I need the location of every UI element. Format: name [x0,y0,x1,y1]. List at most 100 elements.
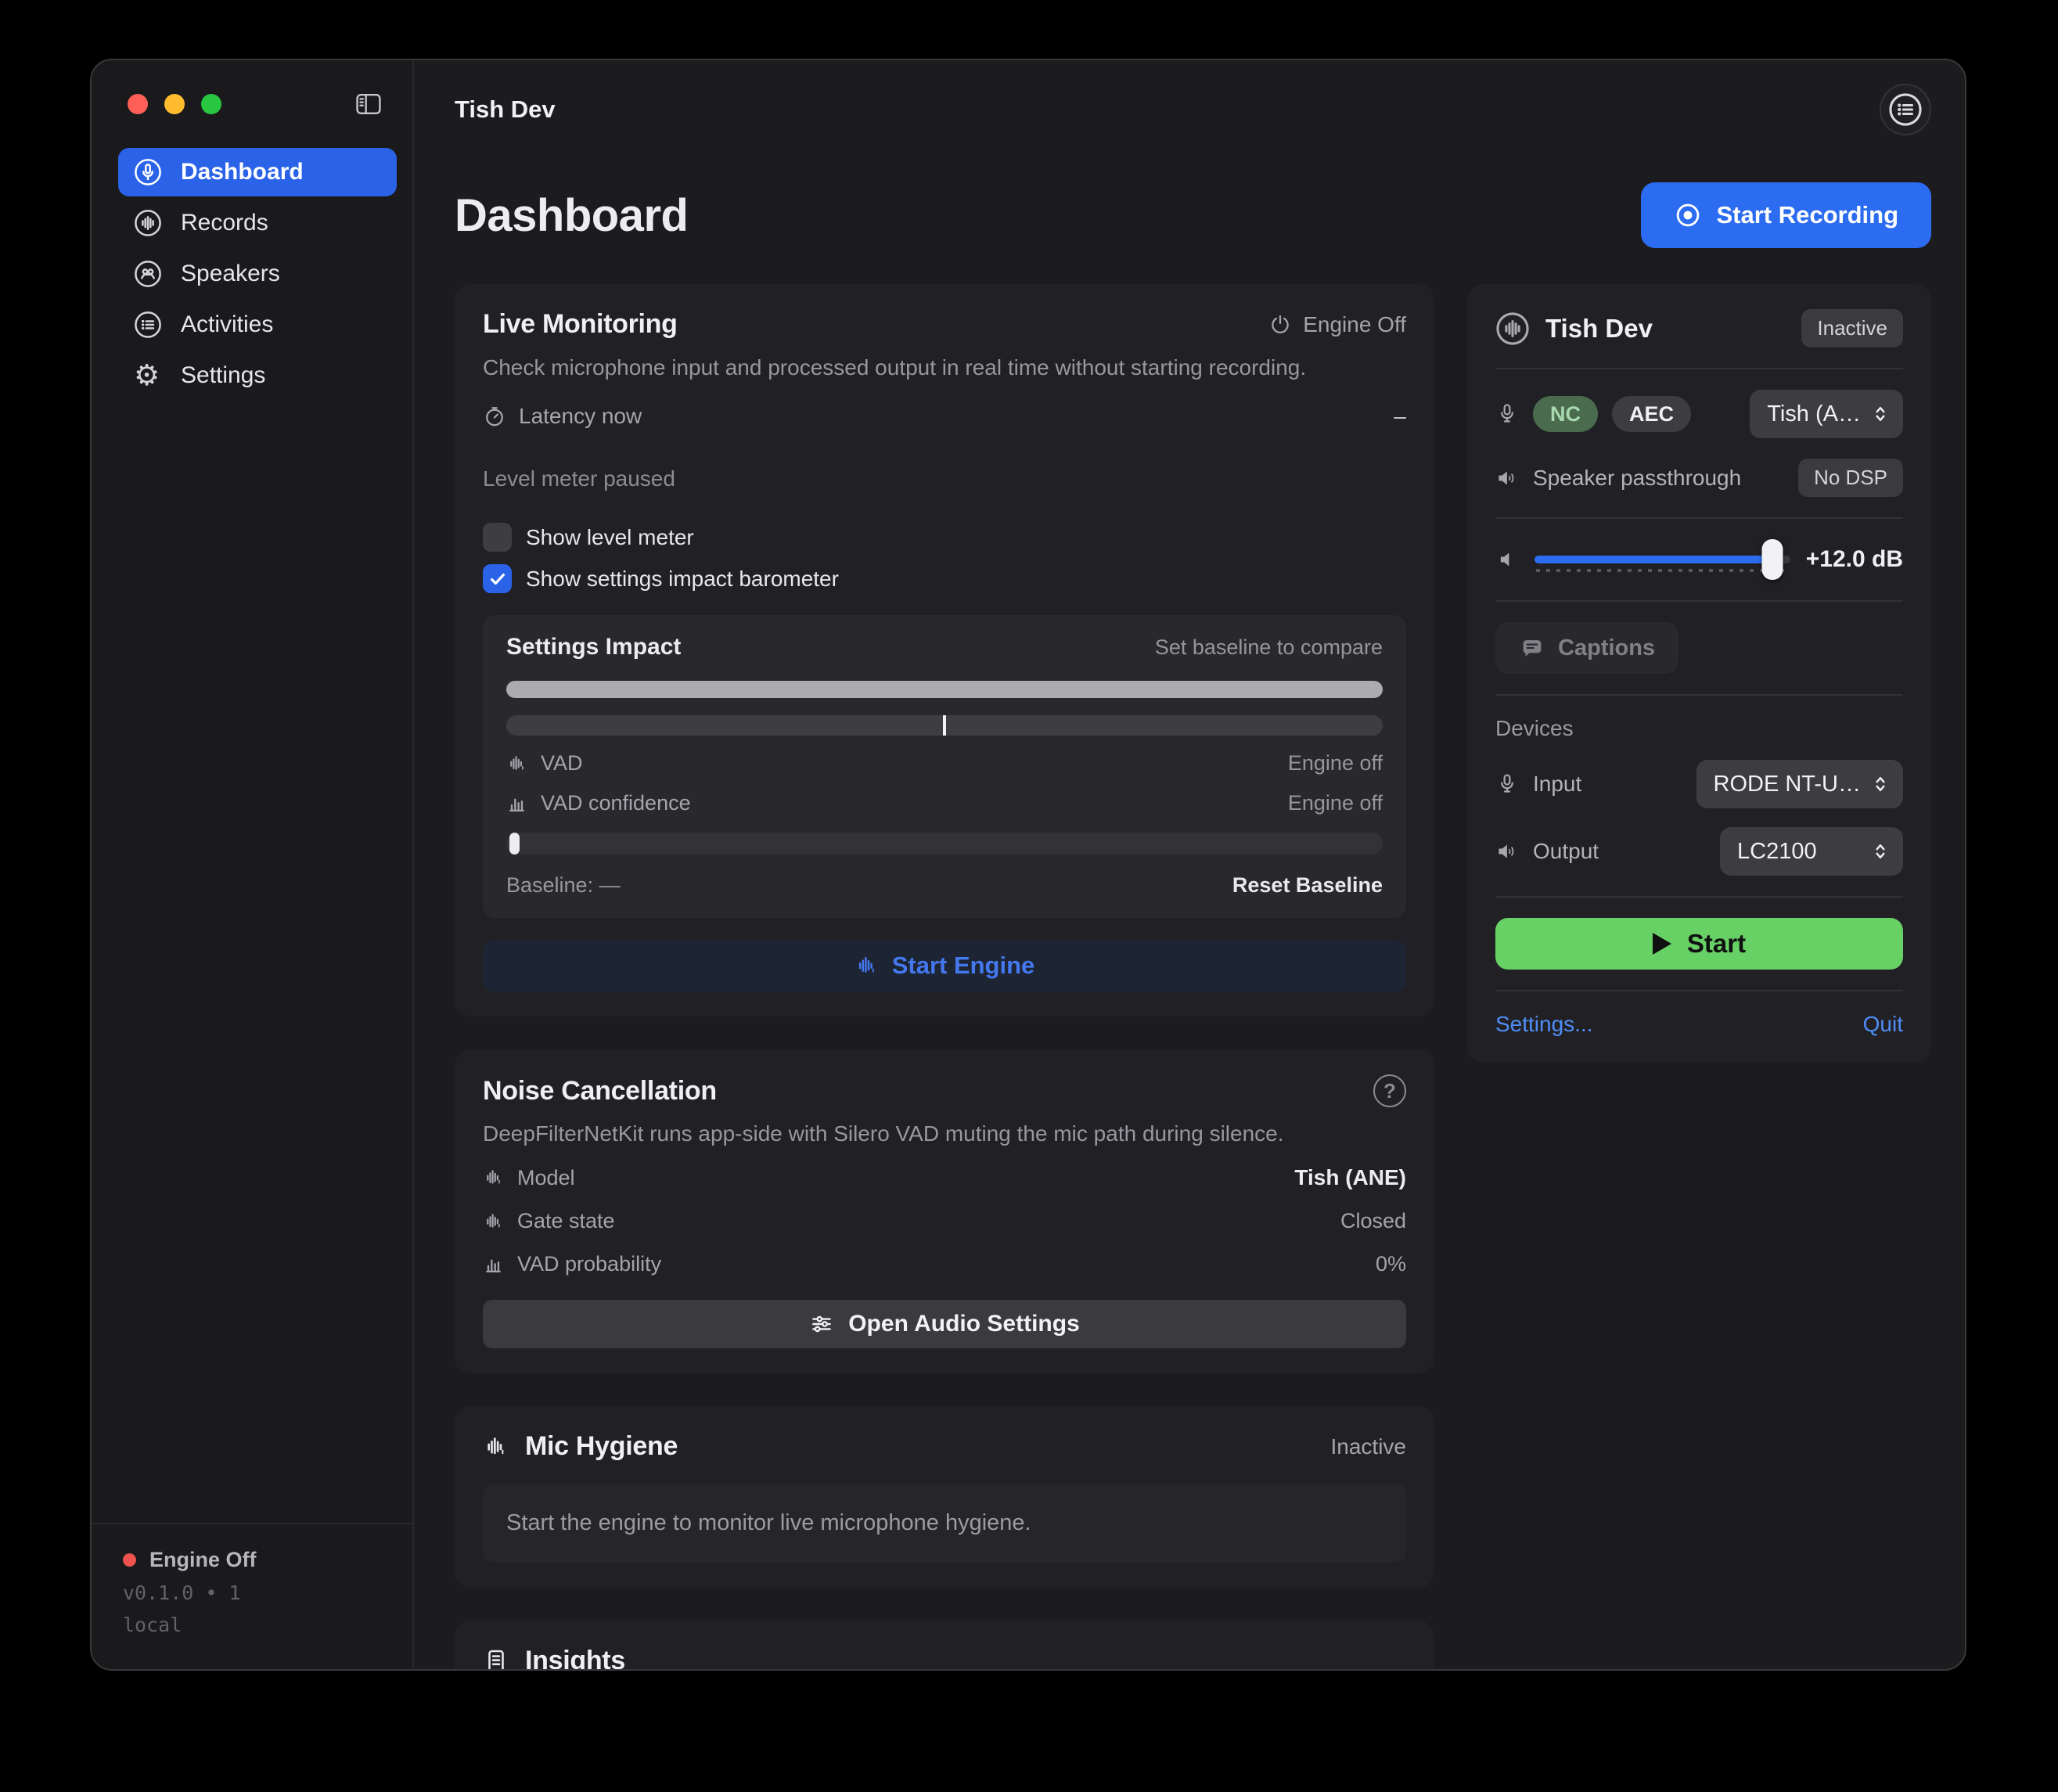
microphone-icon [1495,772,1519,796]
noise-cancellation-description: DeepFilterNetKit runs app-side with Sile… [483,1121,1406,1146]
latency-label: Latency now [519,404,642,429]
noise-cancellation-card: Noise Cancellation ? DeepFilterNetKit ru… [455,1049,1434,1373]
waveform-icon [483,1211,505,1232]
start-button[interactable]: Start [1495,918,1903,970]
speaker-muted-icon [1495,548,1519,571]
sidebar-item-dashboard[interactable]: Dashboard [118,148,397,196]
sidebar-toggle-icon[interactable] [354,92,383,117]
show-barometer-checkbox[interactable] [483,564,512,593]
people-circle-icon [134,260,162,288]
gear-icon: ⚙ [134,362,162,390]
mic-hygiene-message: Start the engine to monitor live microph… [483,1484,1406,1563]
output-device-row: Output LC2100 [1495,827,1903,876]
gain-value: +12.0 dB [1806,546,1903,573]
model-label: Model [517,1166,575,1190]
divider [1495,368,1903,369]
impact-bar-tick [943,715,946,736]
dashboard-content: Live Monitoring Engine Off Check microph… [455,284,1931,1671]
show-level-meter-label: Show level meter [526,525,694,550]
menu-button[interactable] [1880,84,1931,135]
set-baseline-button[interactable]: Set baseline to compare [1155,635,1383,660]
input-device-select[interactable]: RODE NT-U… [1696,760,1904,808]
show-level-meter-row: Show level meter [483,523,1406,552]
waveform-circle-icon [1495,311,1530,346]
sidebar-item-label: Activities [181,311,273,338]
sidebar-item-settings[interactable]: ⚙ Settings [118,351,397,400]
input-label: Input [1533,772,1581,797]
speaker-passthrough-badge: No DSP [1798,459,1903,497]
live-monitoring-description: Check microphone input and processed out… [483,355,1406,380]
chat-bubble-icon [1519,635,1545,661]
nc-toggle-badge[interactable]: NC [1533,396,1598,432]
engine-status-badge: Engine Off [1268,312,1406,337]
record-icon [1674,201,1702,229]
zoom-window-button[interactable] [201,94,221,114]
waveform-icon [506,753,528,775]
output-device-select[interactable]: LC2100 [1720,827,1903,876]
speaker-passthrough-label: Speaker passthrough [1533,466,1741,491]
help-icon[interactable]: ? [1373,1074,1406,1107]
vad-confidence-label: VAD confidence [541,791,691,815]
baseline-row: Baseline: — Reset Baseline [506,873,1383,898]
open-audio-settings-button[interactable]: Open Audio Settings [483,1300,1406,1348]
vad-confidence-value: Engine off [1288,791,1383,815]
input-device-value: RODE NT-U… [1714,772,1862,797]
checkmark-icon [488,569,508,589]
divider [1495,600,1903,602]
start-engine-button[interactable]: Start Engine [483,940,1406,991]
bar-chart-icon [483,1254,505,1276]
minimize-window-button[interactable] [164,94,185,114]
gain-slider[interactable] [1535,539,1790,580]
impact-bar-current [506,681,1383,698]
start-engine-label: Start Engine [892,952,1035,980]
device-panel-header: Tish Dev Inactive [1495,309,1903,347]
vad-probability-label: VAD probability [517,1252,661,1276]
chevron-up-down-icon [1870,404,1891,424]
captions-button[interactable]: Captions [1495,622,1678,674]
baseline-label: Baseline: — [506,873,621,898]
devices-section-label: Devices [1495,716,1903,741]
app-window: Dashboard Records Speakers Activities ⚙ … [90,59,1966,1671]
input-device-row: Input RODE NT-U… [1495,760,1903,808]
profile-select[interactable]: Tish (A… [1750,390,1903,438]
microphone-circle-icon [134,158,162,186]
gain-slider-thumb[interactable] [1761,539,1783,580]
show-barometer-row: Show settings impact barometer [483,564,1406,593]
aec-toggle-badge[interactable]: AEC [1612,396,1691,432]
gate-state-row: Gate state Closed [483,1209,1406,1233]
model-value: Tish (ANE) [1294,1165,1406,1190]
profile-select-value: Tish (A… [1767,401,1861,427]
sidebar-item-records[interactable]: Records [118,199,397,247]
gain-row: +12.0 dB [1495,539,1903,580]
speaker-passthrough-row: Speaker passthrough No DSP [1495,459,1903,497]
waveform-circle-icon [134,209,162,237]
main-column: Live Monitoring Engine Off Check microph… [455,284,1434,1671]
model-row: Model Tish (ANE) [483,1165,1406,1190]
window-controls [92,60,412,117]
sidebar-footer: Engine Off v0.1.0 • 1 local [92,1523,412,1669]
sidebar-item-activities[interactable]: Activities [118,300,397,349]
impact-bar-baseline [506,715,1383,736]
sidebar-item-speakers[interactable]: Speakers [118,250,397,298]
live-monitoring-title: Live Monitoring [483,309,678,340]
vad-confidence-meter [506,833,1383,855]
latency-value: – [1394,404,1406,429]
start-recording-label: Start Recording [1716,201,1898,229]
speaker-icon [1495,840,1519,863]
settings-link[interactable]: Settings... [1495,1012,1593,1037]
mic-hygiene-card: Mic Hygiene Inactive Start the engine to… [455,1406,1434,1588]
close-window-button[interactable] [128,94,148,114]
output-label: Output [1533,839,1599,864]
gain-slider-fill [1535,556,1772,563]
insights-title: Insights [525,1646,625,1671]
start-recording-button[interactable]: Start Recording [1641,182,1931,248]
gate-state-value: Closed [1340,1209,1406,1233]
sidebar-item-label: Settings [181,362,265,389]
quit-link[interactable]: Quit [1863,1012,1903,1037]
reset-baseline-button[interactable]: Reset Baseline [1232,873,1383,898]
vad-value: Engine off [1288,751,1383,775]
sliders-icon [809,1312,834,1337]
show-level-meter-checkbox[interactable] [483,523,512,552]
page-title: Dashboard [455,189,688,242]
side-column: Tish Dev Inactive NC AEC Tish (A… [1467,284,1931,1062]
